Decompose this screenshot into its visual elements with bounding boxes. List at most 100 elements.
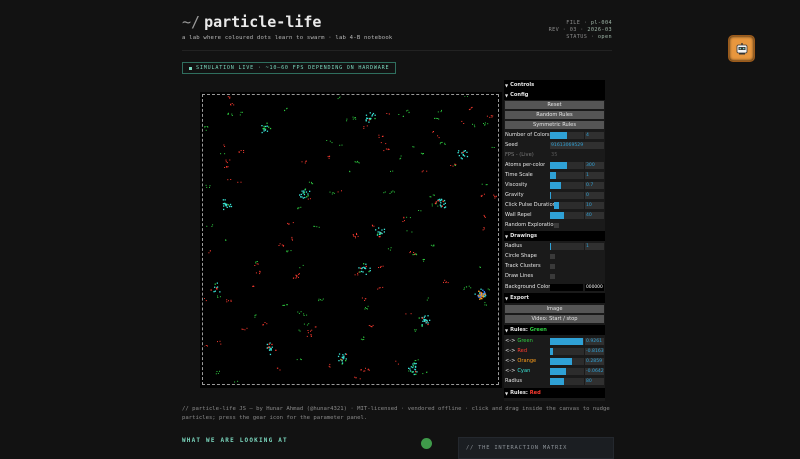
particle: [453, 166, 454, 167]
particle: [382, 136, 383, 137]
radius-input[interactable]: 1: [585, 243, 604, 250]
particle: [389, 149, 390, 150]
particle: [206, 345, 207, 346]
particle: [483, 293, 484, 294]
random-rules-button[interactable]: Random Rules: [505, 111, 604, 119]
symmetric-rules-button[interactable]: Symmetric Rules: [505, 121, 604, 129]
background-color-input[interactable]: 000000: [585, 284, 604, 291]
background-color-swatch[interactable]: [550, 284, 583, 291]
rules-green-folder-header[interactable]: ▼ Rules: Green: [504, 325, 605, 335]
rules-radius-slider[interactable]: [550, 378, 584, 385]
rules-red-folder-header[interactable]: ▼ Rules: Red: [504, 388, 605, 398]
wall-repel-input[interactable]: 40: [585, 212, 604, 219]
export-image-button[interactable]: Image: [505, 305, 604, 313]
particle: [284, 110, 285, 111]
rule-strength-slider[interactable]: [550, 348, 584, 355]
rule-arrow: <->: [504, 368, 515, 374]
time-scale-input[interactable]: 1: [585, 172, 604, 179]
export-video-button[interactable]: Video: Start / stop: [505, 315, 604, 323]
particle: [211, 289, 212, 290]
simulation-status-badge: SIMULATION LIVE · ~10–60 FPS DEPENDING O…: [182, 62, 396, 74]
particle: [459, 155, 460, 156]
particle: [443, 204, 444, 205]
click-pulse-slider[interactable]: [554, 202, 584, 209]
particle: [311, 182, 312, 183]
gravity-slider[interactable]: [550, 192, 584, 199]
draw-lines-checkbox[interactable]: [550, 274, 555, 279]
particle: [440, 142, 441, 143]
particle: [484, 194, 485, 195]
particle: [301, 311, 302, 312]
particle: [243, 329, 244, 330]
particle: [297, 208, 298, 209]
particle: [494, 198, 495, 199]
particle: [206, 226, 207, 227]
time-scale-slider[interactable]: [550, 172, 584, 179]
track-clusters-checkbox[interactable]: [550, 264, 555, 269]
particle: [263, 324, 264, 325]
viscosity-slider[interactable]: [550, 182, 584, 189]
particle: [269, 344, 270, 345]
atoms-per-color-slider[interactable]: [550, 162, 584, 169]
particle: [280, 370, 281, 371]
rule-strength-input[interactable]: 0.2859: [585, 358, 604, 365]
particle: [284, 305, 285, 306]
particle: [464, 151, 465, 152]
export-folder-header[interactable]: ▼ Export: [504, 293, 605, 303]
particle: [373, 325, 374, 326]
reset-button[interactable]: Reset: [505, 101, 604, 109]
number-of-colors-slider[interactable]: [550, 132, 584, 139]
particle: [355, 119, 356, 120]
click-pulse-input[interactable]: 10: [585, 202, 604, 209]
particle: [363, 339, 364, 340]
particle: [411, 232, 412, 233]
seed-input[interactable]: 91613069529: [550, 142, 604, 149]
config-folder-header[interactable]: ▼ Config: [504, 90, 605, 100]
particle: [220, 344, 221, 345]
radius-slider[interactable]: [550, 243, 584, 250]
particle: [303, 190, 304, 191]
particle: [360, 378, 361, 379]
particle: [368, 306, 369, 307]
circle-shape-checkbox[interactable]: [550, 254, 555, 259]
particle: [469, 286, 470, 287]
particle: [388, 248, 389, 249]
particle: [484, 302, 485, 303]
atoms-per-color-input[interactable]: 300: [585, 162, 604, 169]
particle: [353, 119, 354, 120]
particle: [472, 107, 473, 108]
particle: [362, 298, 363, 299]
rule-strength-input[interactable]: -0.8163: [585, 348, 604, 355]
rule-strength-input[interactable]: 0.9261: [585, 338, 604, 345]
drawings-folder-header[interactable]: ▼ Drawings: [504, 231, 605, 241]
particle: [416, 329, 417, 330]
random-exploration-checkbox[interactable]: [554, 223, 559, 228]
particle: [227, 207, 228, 208]
robot-assistant-button[interactable]: [728, 35, 755, 62]
wall-repel-slider[interactable]: [550, 212, 584, 219]
slider-fill: [550, 132, 567, 139]
particle: [206, 185, 207, 186]
rule-strength-slider[interactable]: [550, 358, 584, 365]
particle: [308, 332, 309, 333]
rule-strength-slider[interactable]: [550, 368, 584, 375]
particle: [412, 363, 413, 364]
number-of-colors-input[interactable]: 4: [585, 132, 604, 139]
rule-strength-input[interactable]: -0.0642: [585, 368, 604, 375]
controls-folder-header[interactable]: ▼ Controls: [504, 80, 605, 90]
particle: [419, 317, 420, 318]
particle: [415, 360, 416, 361]
rules-radius-input[interactable]: 80: [585, 378, 604, 385]
particle: [412, 146, 413, 147]
gravity-input[interactable]: 0: [585, 192, 604, 199]
particle: [256, 261, 257, 262]
particle-field[interactable]: [204, 96, 497, 383]
rule-strength-slider[interactable]: [550, 338, 584, 345]
particle: [411, 366, 412, 367]
viscosity-input[interactable]: 0.7: [585, 182, 604, 189]
particle: [286, 304, 287, 305]
particle: [355, 117, 356, 118]
particle: [478, 291, 479, 292]
particle: [369, 118, 370, 119]
particle: [330, 141, 331, 142]
